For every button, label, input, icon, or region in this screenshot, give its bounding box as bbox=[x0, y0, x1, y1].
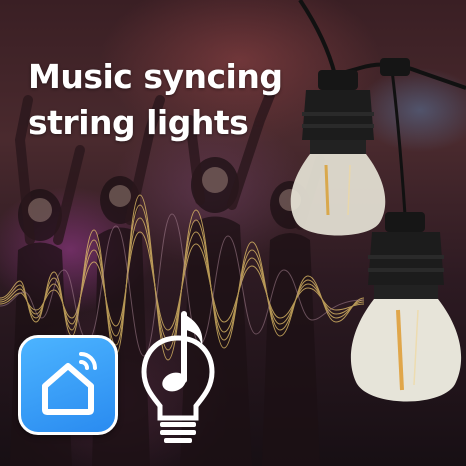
bottom-light-bulb bbox=[350, 212, 462, 402]
smart-home-app-icon bbox=[18, 335, 118, 435]
product-banner: Music syncing string lights bbox=[0, 0, 466, 466]
headline-line-1: Music syncing bbox=[28, 57, 283, 96]
top-light-bulb bbox=[290, 70, 386, 236]
headline-line-2: string lights bbox=[28, 103, 249, 142]
bulb-music-note-icon bbox=[141, 311, 215, 443]
house-wifi-icon bbox=[42, 352, 97, 415]
headline: Music syncing string lights bbox=[28, 54, 283, 146]
